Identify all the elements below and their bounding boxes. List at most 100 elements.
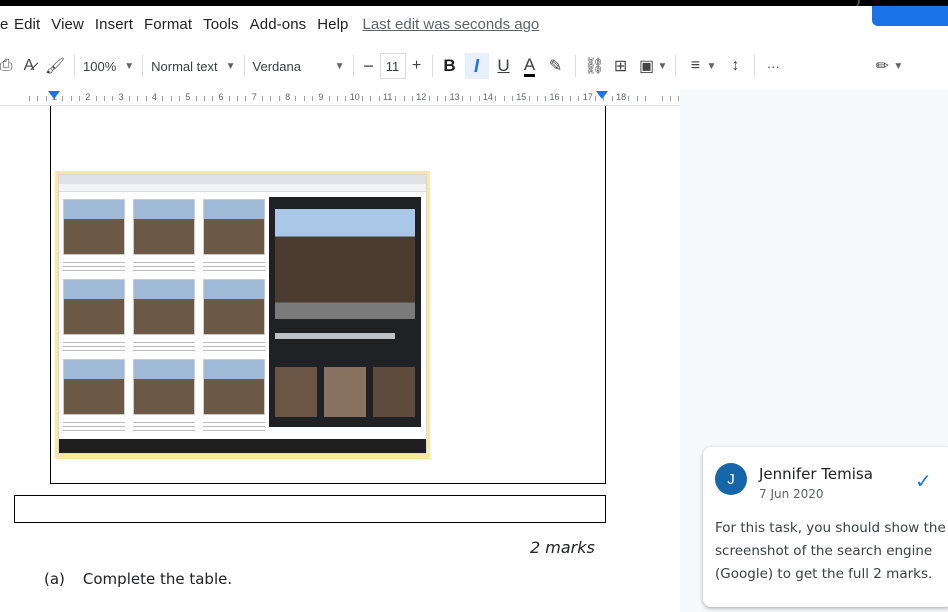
thumbnail [203,199,265,255]
question: (a) Complete the table. [44,570,232,588]
ruler-tick [62,96,64,101]
menu-item-help[interactable]: Help [317,16,348,33]
decrease-font-size-button[interactable]: − [362,52,376,80]
ruler[interactable]: 1 2 3 4 5 6 7 8 9 10 11 12 13 14 15 16 17 18 [0,90,680,106]
ruler-number: 4 [151,92,157,102]
ruler-number: 12 [416,92,427,102]
ruler-tick [570,96,572,101]
ruler-number: 13 [449,92,460,102]
add-comment-icon[interactable]: ⊞ [610,52,632,80]
thumbnail-caption [203,259,265,271]
last-edit-link[interactable]: Last edit was seconds ago [363,16,540,33]
menu-item-file-cut[interactable]: e [0,16,8,33]
thumbnail [63,199,125,255]
thumbnail [133,359,195,415]
link-icon[interactable]: ⛓ [584,52,606,80]
avatar: J [715,463,747,495]
ruler-tick [578,96,580,101]
search-results-screenshot[interactable] [55,171,430,459]
highlight-icon[interactable]: ✎ [545,52,567,80]
ruler-tick [145,96,147,101]
ruler-tick [561,96,563,101]
chevron-down-icon[interactable]: ▼ [706,61,716,72]
ruler-tick [29,96,31,101]
ruler-tick [411,96,413,101]
zoom-select[interactable]: 100% ▼ [83,52,134,80]
paint-format-icon[interactable]: 🖌 [44,52,66,80]
toolbar: ⎙ A̷ 🖌 100% ▼ Normal text ▼ Verdana ▼ − … [0,42,948,90]
ruler-tick [162,96,164,101]
chevron-down-icon[interactable]: ▼ [658,61,668,72]
separator [142,55,144,77]
bold-button[interactable]: B [441,52,459,80]
thumbnail [133,279,195,335]
spellcheck-icon[interactable]: A̷ [18,52,40,80]
ruler-tick [461,96,463,101]
question-text: Complete the table. [82,570,233,588]
ruler-number: 16 [549,92,560,102]
insert-image-icon[interactable]: ▣ [636,52,658,80]
underline-button[interactable]: U [493,52,515,80]
align-icon[interactable]: ≡ [684,52,706,80]
right-indent-marker[interactable] [596,91,608,99]
caption-box[interactable] [14,495,606,523]
ruler-tick [428,96,430,101]
menu-item-format[interactable]: Format [144,16,192,33]
ruler-tick [436,96,438,101]
menu-item-view[interactable]: View [51,16,84,33]
menu-item-tools[interactable]: Tools [203,16,239,33]
ruler-number: 17 [582,92,593,102]
ruler-tick [478,96,480,101]
ruler-tick [345,96,347,101]
ruler-tick [37,96,39,101]
ruler-tick [112,96,114,101]
more-options-button[interactable]: ··· [763,52,783,80]
ruler-tick [337,96,339,101]
comment-card[interactable]: J Jennifer Temisa 7 Jun 2020 ✓ For this … [703,447,948,607]
italic-button[interactable]: I [464,53,489,79]
ruler-tick [128,96,130,101]
comment-text: For this task, you should show the scree… [715,520,946,582]
thumbnail-caption [203,339,265,351]
print-icon[interactable]: ⎙ [0,52,12,80]
menu-item-add-ons[interactable]: Add-ons [250,16,307,33]
ruler-number: 7 [251,92,257,102]
ruler-tick [303,96,305,101]
thumbnail-caption [133,419,195,431]
share-button[interactable] [872,6,948,26]
separator [74,55,75,77]
thumbnail-caption [133,259,195,271]
resolve-check-icon[interactable]: ✓ [915,469,932,494]
ruler-tick [78,96,80,101]
ruler-tick [195,96,197,101]
ruler-tick [362,96,364,101]
font-select[interactable]: Verdana ▼ [253,52,345,80]
document-page[interactable]: 2 marks (a) Complete the table. [0,106,680,612]
thumbnail [63,359,125,415]
screenshot-image-grid [63,199,265,439]
menu-item-edit[interactable]: Edit [14,16,40,33]
screenshot-tabs [59,175,426,184]
ruler-number: 6 [218,92,224,102]
style-select[interactable]: Normal text ▼ [151,52,235,80]
ruler-tick [395,96,397,101]
editing-mode-icon[interactable]: ✏ [871,52,893,80]
left-indent-marker[interactable] [48,91,60,99]
ruler-tick [178,96,180,101]
question-label: (a) [44,570,65,588]
ruler-tick [503,96,505,101]
separator [754,55,756,77]
font-size-input[interactable]: 11 [379,53,406,79]
ruler-tick [511,96,513,101]
line-spacing-icon[interactable]: ↕ [724,52,746,80]
increase-font-size-button[interactable]: + [410,52,424,80]
menu-item-insert[interactable]: Insert [95,16,133,33]
ruler-tick [536,96,538,101]
separator [352,55,354,77]
chevron-down-icon[interactable]: ▼ [893,61,903,72]
ruler-number: 5 [185,92,191,102]
separator [574,55,576,77]
style-value: Normal text [151,58,218,74]
text-color-button[interactable]: A [519,52,541,80]
thumbnail-caption [63,419,125,431]
